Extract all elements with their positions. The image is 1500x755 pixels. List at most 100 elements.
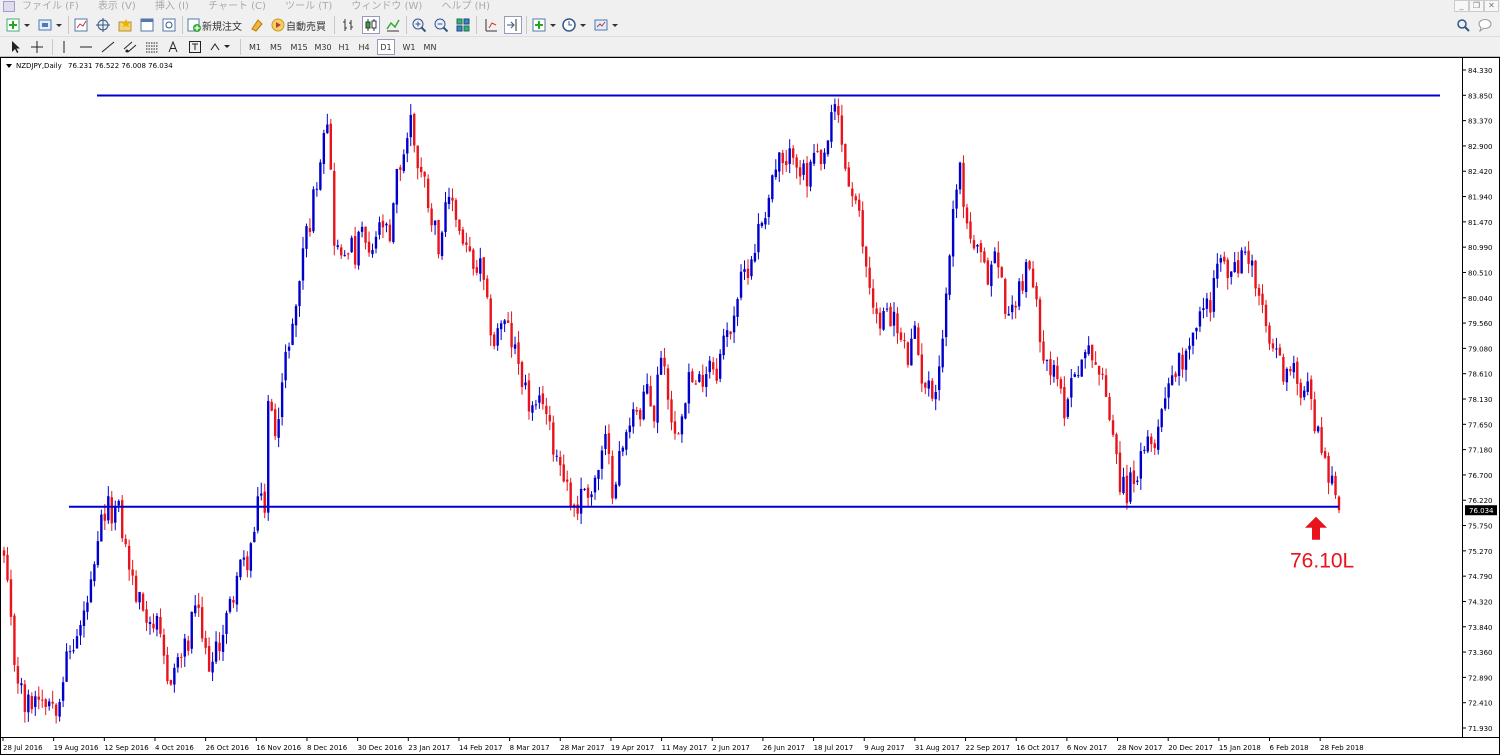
zoom-in-button[interactable] xyxy=(410,16,428,34)
new-chart-button[interactable] xyxy=(4,16,32,34)
fibonacci-tool[interactable] xyxy=(144,39,160,55)
candle-body xyxy=(997,252,1000,268)
candle-body xyxy=(124,538,127,545)
candle-body xyxy=(267,400,270,513)
auto-scroll-button[interactable] xyxy=(504,16,522,34)
candle-body xyxy=(1323,451,1327,458)
channel-tool[interactable] xyxy=(122,39,138,55)
candle-body xyxy=(746,268,750,279)
candle-body xyxy=(586,487,590,498)
timeframe-d1[interactable]: D1 xyxy=(377,39,395,55)
zoom-out-button[interactable] xyxy=(432,16,450,34)
candle-body xyxy=(249,543,253,571)
chart-area[interactable]: NZDJPY,Daily 76.231 76.522 76.008 76.034… xyxy=(0,57,1500,755)
candle-body xyxy=(816,150,819,153)
timeframe-h4[interactable]: H4 xyxy=(356,39,372,55)
candle-body xyxy=(145,609,148,623)
candle-body xyxy=(374,236,378,249)
candle-body xyxy=(1240,250,1243,274)
candle-body xyxy=(931,380,934,399)
text-tool[interactable] xyxy=(166,39,180,55)
candle-body xyxy=(635,409,638,412)
menu-bar: ファイル (F) 表示 (V) 挿入 (I) チャート (C) ツール (T) … xyxy=(0,0,1500,13)
candle-body xyxy=(13,615,16,665)
candle-body xyxy=(298,281,301,307)
y-tick-label: 82.420 xyxy=(1468,168,1493,176)
candle-body xyxy=(1097,365,1101,375)
candle-body xyxy=(270,401,273,411)
menu-view[interactable]: 表示 (V) xyxy=(98,0,136,13)
menu-tools[interactable]: ツール (T) xyxy=(285,0,332,13)
trendline-tool[interactable] xyxy=(100,39,116,55)
candle-body xyxy=(1223,256,1226,262)
line-chart-button[interactable] xyxy=(384,16,402,34)
chart-shift-button[interactable] xyxy=(482,16,500,34)
terminal-button[interactable] xyxy=(138,16,156,34)
timeframe-h1[interactable]: H1 xyxy=(336,39,352,55)
candle-body xyxy=(75,636,79,649)
text-label-icon xyxy=(189,41,201,53)
tile-windows-button[interactable] xyxy=(454,16,472,34)
candle-body xyxy=(416,145,419,169)
menu-chart[interactable]: チャート (C) xyxy=(208,0,266,13)
bar-chart-button[interactable] xyxy=(340,16,358,34)
timeframe-m1[interactable]: M1 xyxy=(246,39,264,55)
menu-help[interactable]: ヘルプ (H) xyxy=(441,0,490,13)
new-order-label: 新規注文 xyxy=(202,21,242,33)
timeframe-m5[interactable]: M5 xyxy=(267,39,285,55)
crosshair-tool[interactable] xyxy=(30,39,44,55)
candle-body xyxy=(1045,360,1049,362)
metaeditor-button[interactable] xyxy=(248,16,266,34)
candle-body xyxy=(232,600,235,603)
candle-body xyxy=(496,328,499,346)
cursor-tool[interactable] xyxy=(8,39,22,55)
menu-file[interactable]: ファイル (F) xyxy=(22,0,79,13)
indicators-button[interactable] xyxy=(530,16,558,34)
candle-body xyxy=(155,615,159,630)
candle-body xyxy=(833,104,837,112)
strategy-tester-button[interactable] xyxy=(160,16,178,34)
auto-trading-button[interactable]: 自動売買 xyxy=(270,16,330,34)
timeframe-mn[interactable]: MN xyxy=(421,39,439,55)
price-chart[interactable]: NZDJPY,Daily 76.231 76.522 76.008 76.034… xyxy=(0,57,1500,755)
candle-body xyxy=(899,332,903,340)
candle-body xyxy=(715,368,718,381)
profiles-button[interactable] xyxy=(36,16,64,34)
candle-body xyxy=(1247,250,1250,264)
timeframe-w1[interactable]: W1 xyxy=(400,39,418,55)
annotation-label: 76.10L xyxy=(1290,550,1354,573)
candle-body xyxy=(705,374,708,387)
candle-body xyxy=(503,320,506,325)
templates-button[interactable] xyxy=(592,16,620,34)
close-icon[interactable]: ✕ xyxy=(1484,0,1499,12)
timeframe-m15[interactable]: M15 xyxy=(288,39,310,55)
candle-body xyxy=(1316,426,1320,432)
navigator-button[interactable] xyxy=(116,16,134,34)
horizontal-line-tool[interactable] xyxy=(78,39,94,55)
search-button[interactable] xyxy=(1455,16,1471,34)
cursor-icon xyxy=(12,41,20,53)
candle-body xyxy=(1306,381,1309,392)
x-tick-label: 16 Oct 2017 xyxy=(1016,744,1059,752)
candlestick-button[interactable] xyxy=(362,16,380,34)
arrows-tool[interactable] xyxy=(208,39,234,55)
line-chart-icon xyxy=(386,19,400,32)
minimize-icon[interactable]: _ xyxy=(1454,0,1469,12)
market-watch-button[interactable] xyxy=(72,16,90,34)
chat-button[interactable] xyxy=(1476,16,1494,34)
restore-icon[interactable]: ❐ xyxy=(1469,0,1484,12)
candle-body xyxy=(753,252,757,262)
candle-body xyxy=(141,593,145,611)
new-order-button[interactable]: 新規注文 xyxy=(186,16,244,34)
text-label-tool[interactable] xyxy=(188,39,202,55)
candle-body xyxy=(61,682,65,701)
channel-icon xyxy=(123,41,137,53)
menu-insert[interactable]: 挿入 (I) xyxy=(155,0,189,13)
vertical-line-tool[interactable] xyxy=(58,39,70,55)
data-window-button[interactable] xyxy=(94,16,112,34)
timeframe-m30[interactable]: M30 xyxy=(312,39,334,55)
menu-window[interactable]: ウィンドウ (W) xyxy=(351,0,422,13)
periods-button[interactable] xyxy=(560,16,588,34)
fibonacci-icon xyxy=(146,42,158,53)
candle-body xyxy=(1163,398,1167,409)
